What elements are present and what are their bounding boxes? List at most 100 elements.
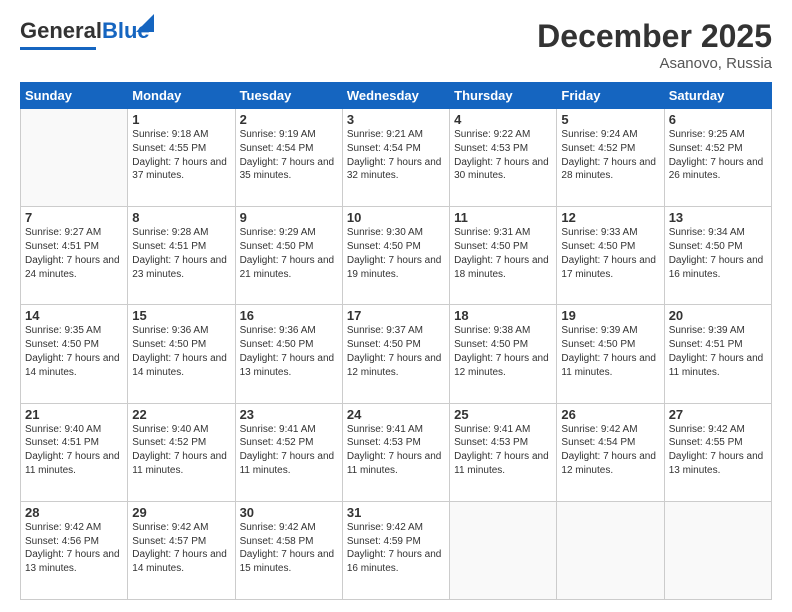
- day-info: Sunrise: 9:18 AMSunset: 4:55 PMDaylight:…: [132, 128, 230, 183]
- day-info: Sunrise: 9:29 AMSunset: 4:50 PMDaylight:…: [240, 226, 338, 281]
- title-block: December 2025 Asanovo, Russia: [537, 18, 772, 72]
- calendar-week-row: 7Sunrise: 9:27 AMSunset: 4:51 PMDaylight…: [21, 207, 772, 305]
- day-info: Sunrise: 9:40 AMSunset: 4:52 PMDaylight:…: [132, 423, 230, 478]
- day-number: 29: [132, 505, 230, 520]
- col-sunday: Sunday: [21, 83, 128, 109]
- table-row: [664, 501, 771, 599]
- day-number: 13: [669, 210, 767, 225]
- day-info: Sunrise: 9:41 AMSunset: 4:53 PMDaylight:…: [347, 423, 445, 478]
- calendar-week-row: 21Sunrise: 9:40 AMSunset: 4:51 PMDayligh…: [21, 403, 772, 501]
- table-row: 11Sunrise: 9:31 AMSunset: 4:50 PMDayligh…: [450, 207, 557, 305]
- day-info: Sunrise: 9:28 AMSunset: 4:51 PMDaylight:…: [132, 226, 230, 281]
- day-info: Sunrise: 9:27 AMSunset: 4:51 PMDaylight:…: [25, 226, 123, 281]
- day-info: Sunrise: 9:36 AMSunset: 4:50 PMDaylight:…: [240, 324, 338, 379]
- table-row: 10Sunrise: 9:30 AMSunset: 4:50 PMDayligh…: [342, 207, 449, 305]
- table-row: 1Sunrise: 9:18 AMSunset: 4:55 PMDaylight…: [128, 109, 235, 207]
- day-info: Sunrise: 9:39 AMSunset: 4:51 PMDaylight:…: [669, 324, 767, 379]
- table-row: [21, 109, 128, 207]
- day-number: 23: [240, 407, 338, 422]
- table-row: 9Sunrise: 9:29 AMSunset: 4:50 PMDaylight…: [235, 207, 342, 305]
- table-row: 16Sunrise: 9:36 AMSunset: 4:50 PMDayligh…: [235, 305, 342, 403]
- calendar-week-row: 14Sunrise: 9:35 AMSunset: 4:50 PMDayligh…: [21, 305, 772, 403]
- calendar-header-row: Sunday Monday Tuesday Wednesday Thursday…: [21, 83, 772, 109]
- table-row: 25Sunrise: 9:41 AMSunset: 4:53 PMDayligh…: [450, 403, 557, 501]
- header: GeneralBlue December 2025 Asanovo, Russi…: [20, 18, 772, 72]
- col-monday: Monday: [128, 83, 235, 109]
- table-row: 2Sunrise: 9:19 AMSunset: 4:54 PMDaylight…: [235, 109, 342, 207]
- day-number: 18: [454, 308, 552, 323]
- table-row: 14Sunrise: 9:35 AMSunset: 4:50 PMDayligh…: [21, 305, 128, 403]
- table-row: 19Sunrise: 9:39 AMSunset: 4:50 PMDayligh…: [557, 305, 664, 403]
- day-info: Sunrise: 9:21 AMSunset: 4:54 PMDaylight:…: [347, 128, 445, 183]
- day-number: 20: [669, 308, 767, 323]
- page: GeneralBlue December 2025 Asanovo, Russi…: [0, 0, 792, 612]
- day-info: Sunrise: 9:24 AMSunset: 4:52 PMDaylight:…: [561, 128, 659, 183]
- day-number: 11: [454, 210, 552, 225]
- day-info: Sunrise: 9:30 AMSunset: 4:50 PMDaylight:…: [347, 226, 445, 281]
- day-info: Sunrise: 9:33 AMSunset: 4:50 PMDaylight:…: [561, 226, 659, 281]
- day-number: 10: [347, 210, 445, 225]
- table-row: 26Sunrise: 9:42 AMSunset: 4:54 PMDayligh…: [557, 403, 664, 501]
- table-row: 12Sunrise: 9:33 AMSunset: 4:50 PMDayligh…: [557, 207, 664, 305]
- month-year-title: December 2025: [537, 18, 772, 55]
- day-number: 9: [240, 210, 338, 225]
- day-info: Sunrise: 9:31 AMSunset: 4:50 PMDaylight:…: [454, 226, 552, 281]
- table-row: 7Sunrise: 9:27 AMSunset: 4:51 PMDaylight…: [21, 207, 128, 305]
- day-number: 1: [132, 112, 230, 127]
- table-row: 28Sunrise: 9:42 AMSunset: 4:56 PMDayligh…: [21, 501, 128, 599]
- day-info: Sunrise: 9:38 AMSunset: 4:50 PMDaylight:…: [454, 324, 552, 379]
- table-row: 30Sunrise: 9:42 AMSunset: 4:58 PMDayligh…: [235, 501, 342, 599]
- day-number: 26: [561, 407, 659, 422]
- table-row: [450, 501, 557, 599]
- day-info: Sunrise: 9:25 AMSunset: 4:52 PMDaylight:…: [669, 128, 767, 183]
- table-row: 4Sunrise: 9:22 AMSunset: 4:53 PMDaylight…: [450, 109, 557, 207]
- table-row: 17Sunrise: 9:37 AMSunset: 4:50 PMDayligh…: [342, 305, 449, 403]
- col-thursday: Thursday: [450, 83, 557, 109]
- table-row: 8Sunrise: 9:28 AMSunset: 4:51 PMDaylight…: [128, 207, 235, 305]
- day-info: Sunrise: 9:35 AMSunset: 4:50 PMDaylight:…: [25, 324, 123, 379]
- day-info: Sunrise: 9:19 AMSunset: 4:54 PMDaylight:…: [240, 128, 338, 183]
- day-number: 16: [240, 308, 338, 323]
- table-row: 24Sunrise: 9:41 AMSunset: 4:53 PMDayligh…: [342, 403, 449, 501]
- col-saturday: Saturday: [664, 83, 771, 109]
- day-number: 4: [454, 112, 552, 127]
- day-info: Sunrise: 9:42 AMSunset: 4:59 PMDaylight:…: [347, 521, 445, 576]
- day-number: 27: [669, 407, 767, 422]
- day-number: 12: [561, 210, 659, 225]
- table-row: 22Sunrise: 9:40 AMSunset: 4:52 PMDayligh…: [128, 403, 235, 501]
- table-row: 21Sunrise: 9:40 AMSunset: 4:51 PMDayligh…: [21, 403, 128, 501]
- day-info: Sunrise: 9:39 AMSunset: 4:50 PMDaylight:…: [561, 324, 659, 379]
- table-row: 6Sunrise: 9:25 AMSunset: 4:52 PMDaylight…: [664, 109, 771, 207]
- table-row: 29Sunrise: 9:42 AMSunset: 4:57 PMDayligh…: [128, 501, 235, 599]
- day-info: Sunrise: 9:42 AMSunset: 4:56 PMDaylight:…: [25, 521, 123, 576]
- day-number: 5: [561, 112, 659, 127]
- table-row: 13Sunrise: 9:34 AMSunset: 4:50 PMDayligh…: [664, 207, 771, 305]
- table-row: 18Sunrise: 9:38 AMSunset: 4:50 PMDayligh…: [450, 305, 557, 403]
- col-tuesday: Tuesday: [235, 83, 342, 109]
- calendar-week-row: 28Sunrise: 9:42 AMSunset: 4:56 PMDayligh…: [21, 501, 772, 599]
- day-number: 2: [240, 112, 338, 127]
- table-row: 23Sunrise: 9:41 AMSunset: 4:52 PMDayligh…: [235, 403, 342, 501]
- day-number: 28: [25, 505, 123, 520]
- table-row: 5Sunrise: 9:24 AMSunset: 4:52 PMDaylight…: [557, 109, 664, 207]
- day-info: Sunrise: 9:42 AMSunset: 4:57 PMDaylight:…: [132, 521, 230, 576]
- day-number: 24: [347, 407, 445, 422]
- calendar-table: Sunday Monday Tuesday Wednesday Thursday…: [20, 82, 772, 600]
- table-row: 3Sunrise: 9:21 AMSunset: 4:54 PMDaylight…: [342, 109, 449, 207]
- day-number: 14: [25, 308, 123, 323]
- day-number: 3: [347, 112, 445, 127]
- day-info: Sunrise: 9:41 AMSunset: 4:53 PMDaylight:…: [454, 423, 552, 478]
- day-info: Sunrise: 9:34 AMSunset: 4:50 PMDaylight:…: [669, 226, 767, 281]
- day-info: Sunrise: 9:37 AMSunset: 4:50 PMDaylight:…: [347, 324, 445, 379]
- day-info: Sunrise: 9:42 AMSunset: 4:55 PMDaylight:…: [669, 423, 767, 478]
- logo-underline: [20, 47, 96, 50]
- logo-general: General: [20, 18, 102, 43]
- day-number: 31: [347, 505, 445, 520]
- day-number: 8: [132, 210, 230, 225]
- day-number: 6: [669, 112, 767, 127]
- logo: GeneralBlue: [20, 18, 150, 50]
- day-number: 17: [347, 308, 445, 323]
- day-number: 25: [454, 407, 552, 422]
- day-number: 22: [132, 407, 230, 422]
- day-info: Sunrise: 9:22 AMSunset: 4:53 PMDaylight:…: [454, 128, 552, 183]
